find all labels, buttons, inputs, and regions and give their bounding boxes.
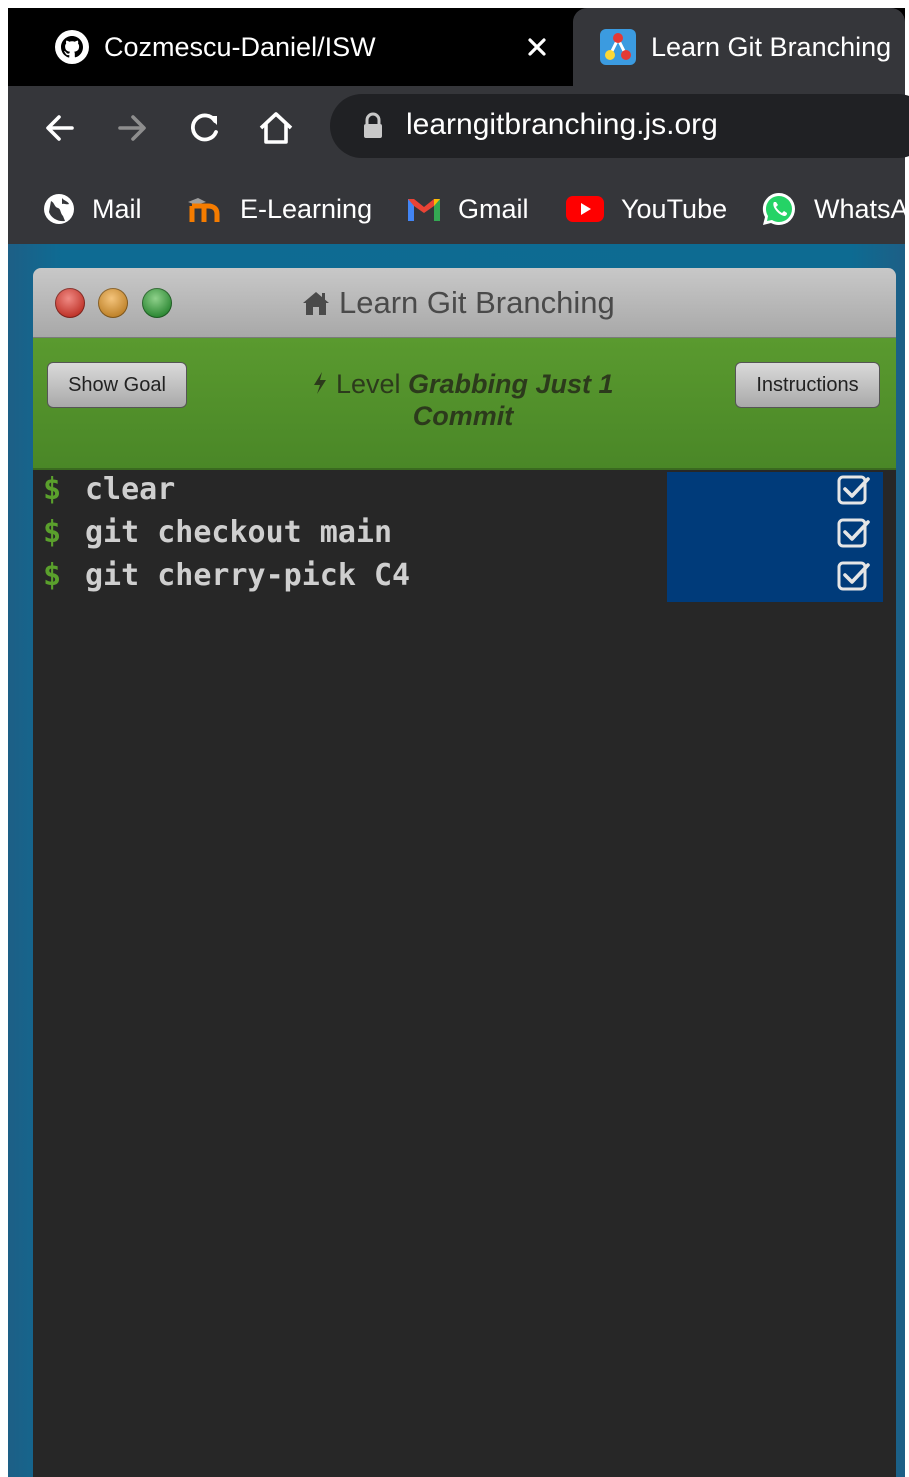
- bookmark-e-learning[interactable]: E-Learning: [184, 190, 372, 228]
- prompt-symbol: $: [43, 472, 62, 507]
- github-icon: [55, 30, 89, 64]
- bookmark-gmail[interactable]: Gmail: [406, 190, 529, 228]
- lock-icon[interactable]: [362, 112, 384, 140]
- bookmark-label: Gmail: [458, 193, 529, 224]
- bookmark-label: YouTube: [621, 193, 728, 224]
- window-titlebar: Learn Git Branching: [33, 268, 896, 338]
- app-window: Learn Git Branching Show Goal Level Grab…: [33, 268, 896, 1477]
- bookmark-label: Mail: [92, 193, 142, 224]
- level-name: Grabbing Just 1 Commit: [408, 369, 614, 431]
- window-title: Learn Git Branching: [301, 284, 615, 322]
- close-window-button[interactable]: [55, 288, 85, 318]
- youtube-icon: [566, 196, 604, 222]
- instructions-button[interactable]: Instructions: [735, 362, 880, 408]
- tab-learn-git-branching[interactable]: Learn Git Branching: [573, 8, 905, 86]
- level-prefix: Level: [335, 369, 401, 399]
- command-row: $ git cherry-pick C4: [33, 556, 896, 599]
- home-icon[interactable]: [256, 108, 296, 148]
- back-arrow-icon[interactable]: [40, 108, 80, 148]
- tab-strip: Cozmescu-Daniel/ISW Learn Git Branching: [8, 8, 905, 86]
- lightning-icon: [314, 372, 327, 394]
- prompt-symbol: $: [43, 558, 62, 593]
- bookmark-whatsapp[interactable]: WhatsA: [760, 190, 909, 228]
- prompt-symbol: $: [43, 515, 62, 550]
- learngit-favicon-icon: [600, 29, 636, 65]
- tab-title: Learn Git Branching: [651, 31, 892, 62]
- bookmark-label: WhatsA: [814, 193, 909, 224]
- browser-toolbar: learngitbranching.js.org: [8, 86, 909, 174]
- minimize-window-button[interactable]: [98, 288, 128, 318]
- level-title: Level Grabbing Just 1 Commit: [263, 368, 663, 432]
- level-bar: Show Goal Level Grabbing Just 1 Commit I…: [33, 338, 896, 470]
- bookmark-label: E-Learning: [240, 193, 373, 224]
- gmail-icon: [408, 199, 440, 221]
- window-title-text: Learn Git Branching: [339, 285, 615, 320]
- moodle-icon: [188, 198, 220, 222]
- page-content: Learn Git Branching Show Goal Level Grab…: [8, 244, 905, 1477]
- tab-title: Cozmescu-Daniel/ISW: [104, 31, 376, 62]
- whatsapp-icon: [762, 192, 795, 226]
- show-goal-button[interactable]: Show Goal: [47, 362, 187, 408]
- forward-arrow-icon[interactable]: [112, 108, 152, 148]
- checkbox-checked-icon: [837, 475, 870, 505]
- bookmark-youtube[interactable]: YouTube: [565, 190, 727, 228]
- tab-github[interactable]: Cozmescu-Daniel/ISW: [8, 8, 568, 86]
- globe-icon: [44, 194, 74, 224]
- address-bar[interactable]: learngitbranching.js.org: [330, 94, 909, 158]
- reload-icon[interactable]: [184, 108, 224, 148]
- checkbox-checked-icon: [837, 518, 870, 548]
- browser-chrome: Cozmescu-Daniel/ISW Learn Git Branching: [8, 8, 909, 244]
- bookmarks-bar: Mail E-Learning Gmail YouTube WhatsA: [8, 174, 909, 244]
- close-icon[interactable]: [522, 32, 552, 62]
- command-text: git checkout main: [85, 515, 393, 550]
- maximize-window-button[interactable]: [142, 288, 172, 318]
- bookmark-mail[interactable]: Mail: [42, 190, 142, 228]
- checkbox-checked-icon: [837, 561, 870, 591]
- command-terminal[interactable]: $ clear $ git checkout main $ git cherry…: [33, 470, 896, 1477]
- command-text: git cherry-pick C4: [85, 558, 411, 593]
- command-row: $ git checkout main: [33, 513, 896, 556]
- home-icon: [303, 292, 329, 315]
- command-text: clear: [85, 472, 176, 507]
- command-row: $ clear: [33, 470, 896, 513]
- url-text: learngitbranching.js.org: [406, 108, 718, 141]
